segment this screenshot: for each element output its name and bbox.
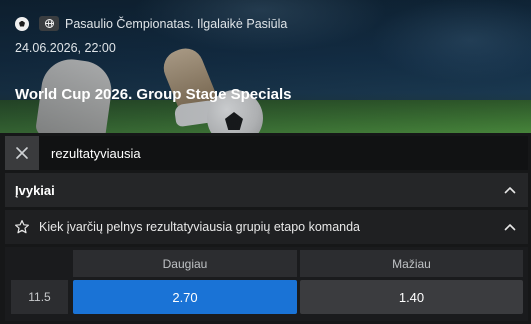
close-icon — [16, 147, 28, 159]
market-name: Kiek įvarčių pelnys rezultatyviausia gru… — [39, 220, 361, 234]
search-input[interactable] — [39, 136, 528, 170]
event-datetime: 24.06.2026, 22:00 — [15, 41, 116, 55]
column-header-over: Daugiau — [73, 250, 297, 277]
handicap-line: 11.5 — [11, 280, 68, 314]
market-search — [5, 136, 528, 170]
event-meta: Pasaulio Čempionatas. Ilgalaikė Pasiūla — [15, 16, 287, 31]
event-title: World Cup 2026. Group Stage Specials — [15, 86, 292, 103]
column-header-under: Mažiau — [300, 250, 523, 277]
market-header[interactable]: Kiek įvarčių pelnys rezultatyviausia gru… — [5, 210, 528, 244]
competition-name[interactable]: Pasaulio Čempionatas. Ilgalaikė Pasiūla — [65, 17, 287, 31]
section-title: Įvykiai — [15, 182, 55, 198]
soccer-ball-icon — [15, 16, 29, 31]
odd-button-under[interactable]: 1.40 — [300, 280, 523, 314]
event-banner: Pasaulio Čempionatas. Ilgalaikė Pasiūla … — [0, 0, 531, 133]
events-section-header[interactable]: Įvykiai — [5, 173, 528, 207]
star-icon[interactable] — [14, 219, 30, 235]
chevron-up-icon[interactable] — [504, 221, 516, 233]
globe-icon — [39, 16, 59, 31]
odds-table: Daugiau Mažiau 11.5 2.70 1.40 — [5, 247, 528, 321]
clear-search-button[interactable] — [5, 136, 39, 170]
chevron-up-icon[interactable] — [504, 184, 516, 196]
odd-button-over[interactable]: 2.70 — [73, 280, 297, 314]
